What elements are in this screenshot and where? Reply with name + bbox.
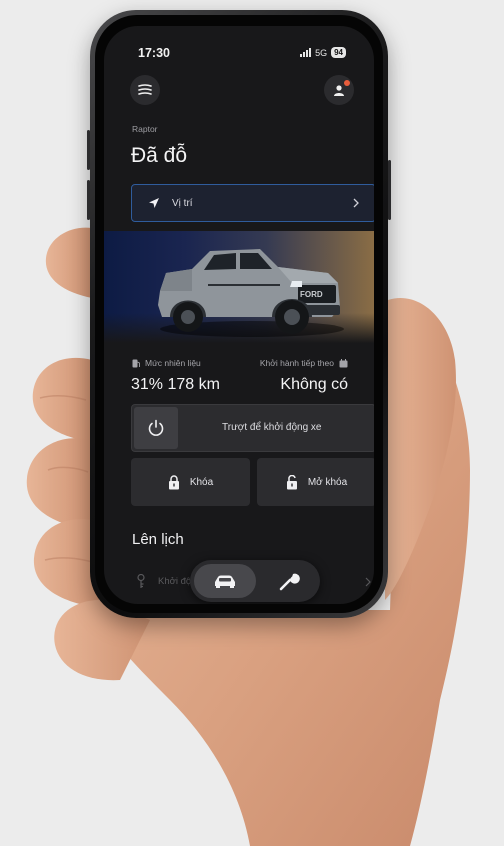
- start-engine-slider[interactable]: Trượt để khởi động xe: [131, 404, 374, 452]
- profile-icon: [334, 85, 344, 96]
- volume-button: [87, 180, 90, 220]
- phone-frame: 17:30 5G 94 Raptor Đã đỗ Vị trí FORD Mức…: [87, 10, 391, 618]
- vehicle-name: Raptor: [132, 124, 158, 134]
- status-right: 5G 94: [300, 47, 346, 58]
- wrench-icon: [279, 573, 300, 591]
- status-bar: 17:30 5G 94: [104, 46, 374, 62]
- profile-button[interactable]: [324, 75, 354, 105]
- slider-handle[interactable]: [134, 407, 178, 449]
- nav-service-tab[interactable]: [264, 564, 314, 598]
- unlock-icon: [286, 474, 297, 489]
- unlock-button[interactable]: Mở khóa: [257, 458, 374, 506]
- notification-dot: [344, 80, 350, 86]
- app-screen: 17:30 5G 94 Raptor Đã đỗ Vị trí FORD Mức…: [104, 26, 374, 604]
- pickup-truck-image: FORD: [158, 249, 344, 337]
- start-engine-label: Trượt để khởi động xe: [222, 422, 322, 433]
- volume-button: [87, 130, 90, 170]
- fuel-pump-icon: [132, 359, 140, 367]
- unlock-label: Mở khóa: [307, 476, 348, 488]
- lock-icon: [168, 474, 179, 489]
- next-trip-value: Không có: [280, 376, 348, 393]
- network-type: 5G: [315, 47, 328, 58]
- bottom-nav: [190, 560, 320, 602]
- park-status: Đã đỗ: [131, 144, 188, 167]
- svg-text:FORD: FORD: [300, 290, 323, 299]
- next-trip-label: Khởi hành tiếp theo: [260, 358, 348, 368]
- location-arrow-icon: [149, 198, 159, 208]
- nav-vehicle-tab[interactable]: [194, 564, 256, 598]
- menu-button[interactable]: [130, 75, 160, 105]
- chevron-right-icon: [353, 198, 359, 208]
- fuel-label: Mức nhiên liệu: [132, 358, 201, 368]
- status-time: 17:30: [138, 46, 170, 60]
- signal-icon: [300, 48, 312, 57]
- location-label: Vị trí: [172, 197, 193, 209]
- battery-badge: 94: [331, 47, 346, 58]
- key-icon: [137, 574, 145, 588]
- lock-button[interactable]: Khóa: [131, 458, 250, 506]
- location-button[interactable]: Vị trí: [131, 184, 374, 222]
- chevron-right-icon: [365, 577, 371, 587]
- car-icon: [215, 575, 235, 588]
- lock-label: Khóa: [189, 476, 214, 488]
- schedule-title: Lên lịch: [132, 531, 184, 548]
- menu-icon: [138, 84, 152, 95]
- calendar-icon: [339, 358, 348, 367]
- power-side-button: [388, 160, 391, 220]
- fuel-value: 31% 178 km: [131, 376, 220, 393]
- power-icon: [148, 419, 164, 436]
